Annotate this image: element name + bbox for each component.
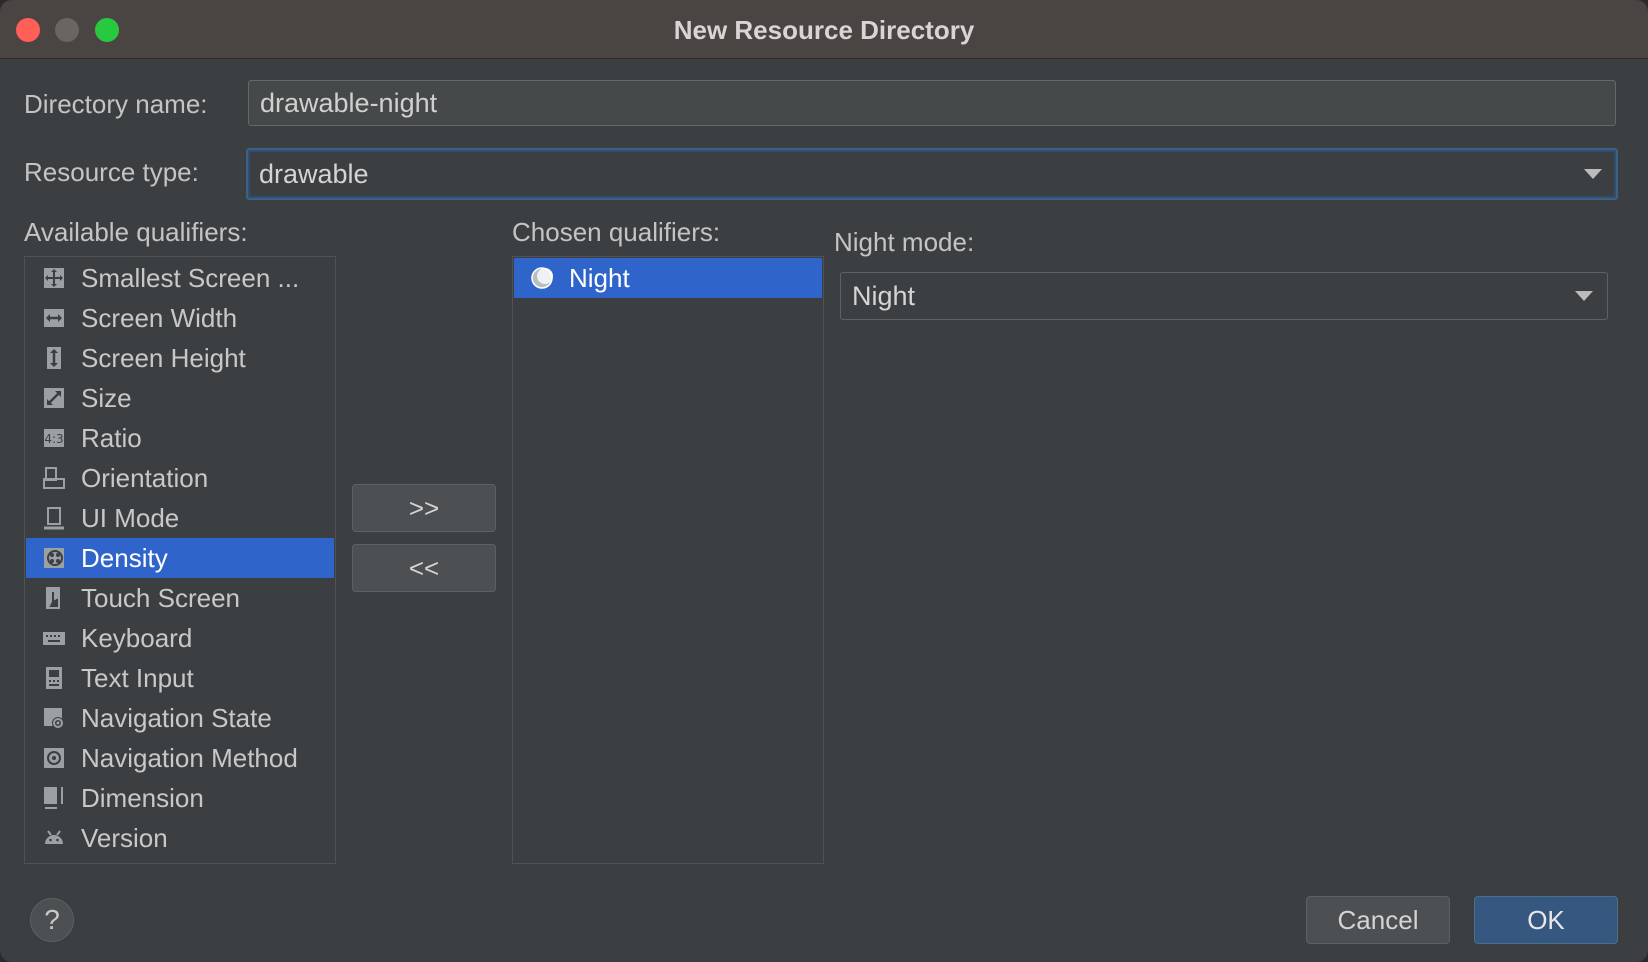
qualifier-item-orientation[interactable]: Orientation <box>26 458 334 498</box>
list-item-label: Dimension <box>81 783 204 813</box>
density-icon <box>44 548 64 568</box>
qualifier-item-keyboard[interactable]: Keyboard <box>26 618 334 658</box>
title-bar: New Resource Directory <box>0 0 1648 59</box>
list-item-label: Size <box>81 383 132 413</box>
night-mode-label: Night mode: <box>834 227 975 257</box>
qualifier-item-smallest-screen[interactable]: Smallest Screen ... <box>26 258 334 298</box>
list-item-label: Screen Width <box>81 303 238 333</box>
screen-height-icon <box>47 347 61 369</box>
window-title: New Resource Directory <box>673 15 975 45</box>
chevron-down-icon <box>1575 291 1593 301</box>
list-item-label: Navigation Method <box>81 743 298 773</box>
chosen-qualifiers-label: Chosen qualifiers: <box>512 217 721 247</box>
chosen-item-night[interactable]: Night <box>514 258 822 298</box>
qualifier-item-screen-width[interactable]: Screen Width <box>26 298 334 338</box>
list-item-label: Orientation <box>81 463 209 493</box>
list-item-label: Night <box>569 263 630 293</box>
resource-type-label: Resource type: <box>24 157 199 187</box>
list-item-label: Smallest Screen ... <box>81 263 300 293</box>
chosen-qualifiers-list[interactable]: Night <box>512 256 824 864</box>
ui-mode-icon <box>44 507 64 530</box>
cancel-button[interactable]: Cancel <box>1306 896 1450 944</box>
qualifier-item-navigation-method[interactable]: Navigation Method <box>26 738 334 778</box>
keyboard-icon <box>43 632 65 645</box>
qualifier-item-dimension[interactable]: Dimension <box>26 778 334 818</box>
touch-screen-icon <box>46 587 60 609</box>
size-icon <box>44 388 64 408</box>
list-item-label: Version <box>81 823 168 853</box>
remove-qualifier-button[interactable]: << <box>352 544 496 592</box>
navigation-state-icon <box>44 708 64 729</box>
qualifier-item-ratio[interactable]: 4:3 Ratio <box>26 418 334 458</box>
ok-button[interactable]: OK <box>1474 896 1618 944</box>
night-mode-icon <box>531 267 553 289</box>
list-item-label: Touch Screen <box>81 583 240 613</box>
chevron-down-icon <box>1584 169 1602 179</box>
list-item-label: UI Mode <box>81 503 180 533</box>
directory-name-input[interactable] <box>248 80 1616 126</box>
directory-name-label: Directory name: <box>24 89 208 119</box>
qualifier-item-touch-screen[interactable]: Touch Screen <box>26 578 334 618</box>
list-item-label: Keyboard <box>81 623 193 653</box>
version-icon <box>45 830 63 844</box>
ratio-icon: 4:3 <box>44 429 64 447</box>
dialog-window: New Resource Directory Directory name: R… <box>0 0 1648 962</box>
qualifier-item-version[interactable]: Version <box>26 818 334 858</box>
text-input-icon <box>46 667 62 689</box>
screen-width-icon <box>44 309 64 327</box>
available-qualifiers-label: Available qualifiers: <box>24 217 248 247</box>
list-item-label: Navigation State <box>81 703 272 733</box>
dimension-icon <box>44 787 63 809</box>
help-button[interactable]: ? <box>30 898 74 942</box>
list-item-label: Screen Height <box>81 343 246 373</box>
resource-type-value: drawable <box>259 159 369 189</box>
list-item-label: Ratio <box>81 423 142 453</box>
qualifier-item-navigation-state[interactable]: Navigation State <box>26 698 334 738</box>
night-mode-value: Night <box>852 281 916 311</box>
add-qualifier-button[interactable]: >> <box>352 484 496 532</box>
night-mode-dropdown[interactable]: Night <box>840 272 1608 320</box>
svg-text:4:3: 4:3 <box>44 432 63 446</box>
qualifier-item-ui-mode[interactable]: UI Mode <box>26 498 334 538</box>
navigation-method-icon <box>44 748 64 768</box>
smallest-screen-icon <box>44 268 64 288</box>
list-item-label: Density <box>81 543 168 573</box>
orientation-icon <box>43 467 65 489</box>
qualifier-item-text-input[interactable]: Text Input <box>26 658 334 698</box>
list-item-label: Text Input <box>81 663 194 693</box>
qualifier-item-size[interactable]: Size <box>26 378 334 418</box>
qualifier-item-screen-height[interactable]: Screen Height <box>26 338 334 378</box>
qualifier-item-density[interactable]: Density <box>26 538 334 578</box>
available-qualifiers-list[interactable]: Smallest Screen ... Screen Width Screen He… <box>24 256 336 864</box>
resource-type-dropdown[interactable]: drawable <box>246 148 1618 200</box>
